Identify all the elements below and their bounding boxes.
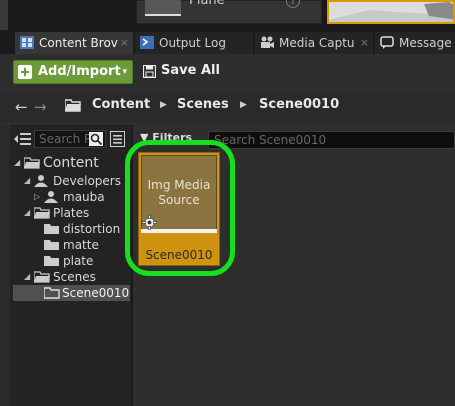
back-arrow-icon[interactable]: ← [15, 98, 28, 116]
plane-thumbnail [145, 0, 181, 16]
tree-item-label: Plates [53, 206, 90, 220]
collapse-arrow-icon[interactable]: ▷ [34, 189, 40, 205]
forward-arrow-icon[interactable]: → [34, 98, 47, 116]
tree-item-scene0010[interactable]: Scene0010 [13, 285, 130, 301]
folder-icon [44, 287, 60, 299]
tree-item-scenes[interactable]: ◢ Scenes [24, 269, 124, 285]
tree-item-label: plate [63, 254, 94, 268]
tree-item-label: Scene0010 [62, 286, 130, 300]
tab-media-capture[interactable]: Media Captu × [255, 32, 373, 54]
close-icon[interactable]: × [360, 32, 369, 54]
tree-item-label: Scenes [53, 270, 96, 284]
tab-message[interactable]: Message [375, 32, 455, 54]
tab-label: Message [399, 36, 452, 50]
breadcrumb-scene0010[interactable]: Scene0010 [259, 97, 339, 112]
folder-icon [44, 224, 59, 234]
content-browser-icon [20, 36, 34, 49]
tree-item-label: Developers [53, 174, 121, 188]
plane-label: Plane [189, 0, 225, 8]
chevron-down-icon: ▾ [122, 67, 127, 77]
tab-bar: Content Brov × Output Log Media Captu × … [0, 30, 455, 54]
close-icon[interactable]: × [120, 32, 129, 54]
save-all-button[interactable]: Save All [141, 60, 231, 84]
sources-toggle-icon[interactable] [14, 131, 32, 147]
tree-item-developers[interactable]: ◢ Developers [24, 173, 124, 189]
folder-open-icon [24, 157, 40, 169]
tree-item-distortion[interactable]: distortion [44, 221, 124, 237]
tree-item-label: matte [63, 238, 99, 252]
expand-arrow-icon[interactable]: ◢ [24, 205, 30, 221]
breadcrumb-separator-icon[interactable]: ▶ [240, 100, 247, 110]
search-icon[interactable] [89, 132, 103, 146]
tree-item-label: distortion [63, 222, 121, 236]
media-capture-icon [261, 36, 274, 48]
expand-arrow-icon[interactable]: ◢ [14, 155, 20, 171]
folder-icon [44, 256, 59, 266]
breadcrumb-scenes[interactable]: Scenes [177, 97, 229, 112]
viewport-preview-icon [329, 2, 453, 22]
tree-item-content[interactable]: ◢ Content [14, 155, 124, 171]
add-import-label: Add/Import [38, 64, 121, 79]
user-icon [44, 191, 58, 203]
breadcrumb-separator-icon[interactable]: ▶ [160, 100, 167, 110]
panel-edge [0, 125, 10, 406]
expand-arrow-icon[interactable]: ◢ [24, 269, 30, 285]
tab-label: Media Captu [279, 36, 355, 50]
folder-icon [44, 240, 59, 250]
save-icon [143, 65, 156, 78]
add-import-button[interactable]: Add/Import ▾ [13, 60, 133, 84]
tab-label: Content Brov [39, 36, 118, 50]
side-panel-edge [0, 0, 8, 30]
tree-item-label: mauba [63, 190, 105, 204]
folder-open-icon [34, 207, 50, 219]
asset-search-input[interactable]: Search Scene0010 [208, 131, 455, 149]
viewport-thumbnail[interactable] [327, 0, 455, 24]
add-icon [18, 65, 32, 79]
highlight-outline [125, 140, 235, 276]
folder-open-icon[interactable] [65, 99, 81, 112]
save-all-label: Save All [161, 63, 220, 78]
tree-item-plates[interactable]: ◢ Plates [24, 205, 124, 221]
tree-item-plate[interactable]: plate [44, 253, 124, 269]
expand-arrow-icon[interactable]: ◢ [24, 173, 30, 189]
view-options-icon[interactable] [110, 131, 125, 147]
breadcrumb-content[interactable]: Content [92, 97, 150, 112]
tree-item-mauba[interactable]: ▷ mauba [34, 189, 124, 205]
tab-content-browser[interactable]: Content Brov × [15, 32, 133, 54]
tab-label: Output Log [159, 36, 226, 50]
output-log-icon [140, 36, 154, 49]
tab-output-log[interactable]: Output Log [135, 32, 253, 54]
tree-item-label: Content [43, 155, 99, 171]
message-icon [380, 36, 394, 49]
user-icon [34, 175, 48, 187]
tree-item-matte[interactable]: matte [44, 237, 124, 253]
folder-open-icon [34, 271, 50, 283]
